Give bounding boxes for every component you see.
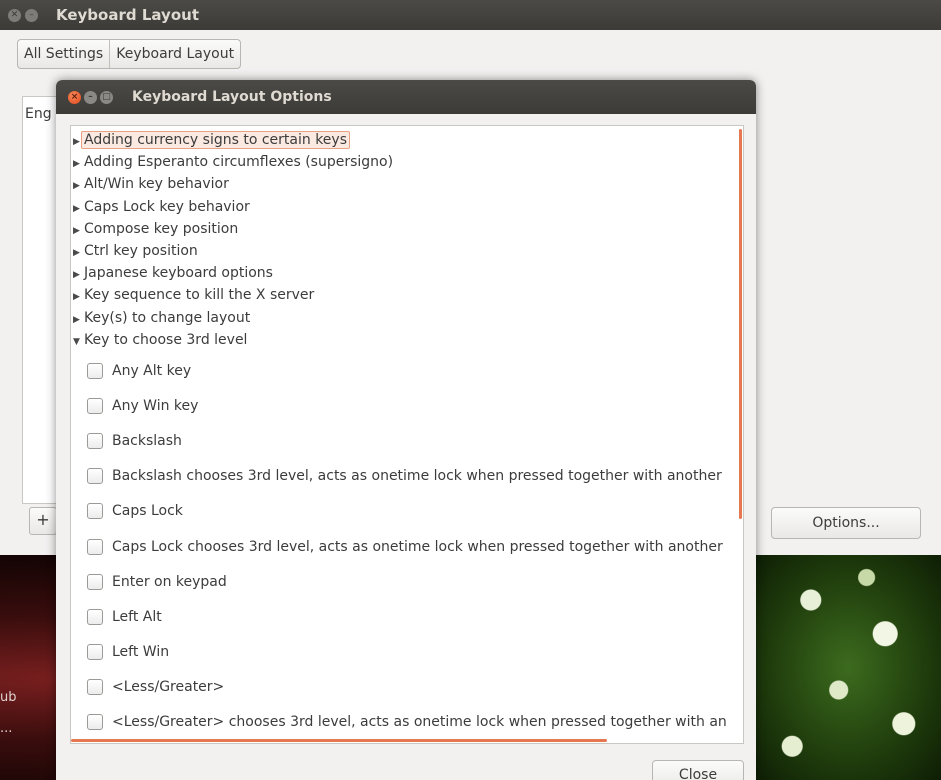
tree-group-label: Adding Esperanto circumflexes (supersign… xyxy=(84,154,394,171)
breadcrumb-all-settings[interactable]: All Settings xyxy=(18,40,109,68)
expander-right-icon[interactable]: ▶ xyxy=(73,176,84,196)
tree-group-row[interactable]: ▶ Compose key position xyxy=(73,219,238,239)
option-row[interactable]: Left Alt xyxy=(87,607,162,627)
option-checkbox[interactable] xyxy=(87,573,103,590)
close-button[interactable]: Close xyxy=(652,760,744,780)
breadcrumb-keyboard-layout[interactable]: Keyboard Layout xyxy=(109,40,240,68)
option-checkbox[interactable] xyxy=(87,363,103,379)
option-checkbox[interactable] xyxy=(87,538,103,555)
option-row[interactable]: Any Win key xyxy=(87,396,198,416)
options-tree[interactable]: ▶ Adding currency signs to certain keys ▶ A… xyxy=(70,125,744,744)
option-row[interactable]: Caps Lock xyxy=(87,501,183,521)
tree-group-label: Alt/Win key behavior xyxy=(84,176,229,193)
option-row[interactable]: Caps Lock chooses 3rd level, acts as one… xyxy=(87,537,723,557)
tree-group-label: Adding currency signs to certain keys xyxy=(81,131,350,149)
tree-group-row[interactable]: ▶ Ctrl key position xyxy=(73,241,198,261)
tree-group-row[interactable]: ▶ Adding Esperanto circumflexes (supersig… xyxy=(73,152,393,172)
option-checkbox[interactable] xyxy=(87,398,103,415)
expander-right-icon[interactable]: ▶ xyxy=(73,199,84,219)
option-label: Caps Lock chooses 3rd level, acts as one… xyxy=(112,538,723,555)
keyboard-layout-options-dialog: × – □ Keyboard Layout Options ▶ Adding cu… xyxy=(56,80,756,780)
desktop-edge-text: ub xyxy=(0,690,17,705)
option-row[interactable]: <Less/Greater> chooses 3rd level, acts a… xyxy=(87,712,727,732)
vertical-scrollbar[interactable] xyxy=(739,129,742,519)
option-checkbox[interactable] xyxy=(87,608,103,625)
option-label: Backslash xyxy=(112,433,182,450)
wallpaper-foliage xyxy=(755,555,941,780)
close-icon[interactable]: × xyxy=(68,90,81,104)
option-checkbox[interactable] xyxy=(87,643,103,660)
tree-group-row[interactable]: ▶ Alt/Win key behavior xyxy=(73,174,229,194)
tree-group-label: Key(s) to change layout xyxy=(84,309,251,326)
dialog-titlebar[interactable]: × – □ Keyboard Layout Options xyxy=(56,80,756,114)
breadcrumb: All Settings Keyboard Layout xyxy=(17,39,242,69)
minimize-icon[interactable]: – xyxy=(25,8,38,22)
option-label: Enter on keypad xyxy=(112,573,227,590)
tree-group-label: Key to choose 3rd level xyxy=(84,331,248,348)
expander-right-icon[interactable]: ▶ xyxy=(73,243,84,263)
add-layout-button[interactable]: + xyxy=(29,507,57,535)
expander-down-icon[interactable]: ▼ xyxy=(73,332,84,352)
option-label: <Less/Greater> xyxy=(112,678,225,695)
dialog-title: Keyboard Layout Options xyxy=(132,89,332,105)
tree-group-label: Compose key position xyxy=(84,220,239,237)
tree-group-row[interactable]: ▶ Japanese keyboard options xyxy=(73,263,273,283)
option-label: <Less/Greater> chooses 3rd level, acts a… xyxy=(112,714,727,730)
tree-group-label: Japanese keyboard options xyxy=(84,265,273,282)
option-row[interactable]: Any Alt key xyxy=(87,361,191,381)
option-label: Left Alt xyxy=(112,608,162,625)
option-checkbox[interactable] xyxy=(87,678,103,695)
expander-right-icon[interactable]: ▶ xyxy=(73,154,84,174)
option-label: Left Win xyxy=(112,643,170,660)
expander-right-icon[interactable]: ▶ xyxy=(73,265,84,285)
option-row[interactable]: Left Win xyxy=(87,642,169,662)
tree-group-row[interactable]: ▶ Key(s) to change layout xyxy=(73,308,250,328)
option-row[interactable]: Enter on keypad xyxy=(87,572,227,592)
maximize-icon[interactable]: □ xyxy=(100,90,113,104)
window-title: Keyboard Layout xyxy=(56,6,199,24)
option-label: Backslash chooses 3rd level, acts as one… xyxy=(112,468,722,485)
tree-group-row[interactable]: ▶ Key sequence to kill the X server xyxy=(73,285,314,305)
option-checkbox[interactable] xyxy=(87,714,103,730)
option-row[interactable]: Backslash chooses 3rd level, acts as one… xyxy=(87,466,722,486)
expander-right-icon[interactable]: ▶ xyxy=(73,310,84,330)
desktop-edge-text: ... xyxy=(0,721,13,736)
window-titlebar[interactable]: ✕ – Keyboard Layout xyxy=(0,0,941,30)
expander-right-icon[interactable]: ▶ xyxy=(73,221,84,241)
options-button[interactable]: Options... xyxy=(771,507,921,539)
close-icon[interactable]: ✕ xyxy=(8,8,21,22)
option-label: Caps Lock xyxy=(112,503,183,520)
expander-right-icon[interactable]: ▶ xyxy=(73,287,84,307)
option-label: Any Alt key xyxy=(112,363,192,379)
tree-group-label: Ctrl key position xyxy=(84,243,198,259)
option-checkbox[interactable] xyxy=(87,503,103,520)
option-checkbox[interactable] xyxy=(87,468,103,485)
option-row[interactable]: <Less/Greater> xyxy=(87,677,224,697)
option-label: Any Win key xyxy=(112,398,199,415)
tree-group-row[interactable]: ▶ Caps Lock key behavior xyxy=(73,197,250,217)
tree-group-label: Key sequence to kill the X server xyxy=(84,287,315,304)
horizontal-scrollbar[interactable] xyxy=(71,739,607,742)
tree-group-label: Caps Lock key behavior xyxy=(84,198,250,215)
minimize-icon[interactable]: – xyxy=(84,90,97,104)
option-row[interactable]: Backslash xyxy=(87,431,182,451)
tree-group-row[interactable]: ▶ Adding currency signs to certain keys xyxy=(73,130,350,150)
option-checkbox[interactable] xyxy=(87,433,103,450)
tree-group-row[interactable]: ▼ Key to choose 3rd level xyxy=(73,330,247,350)
